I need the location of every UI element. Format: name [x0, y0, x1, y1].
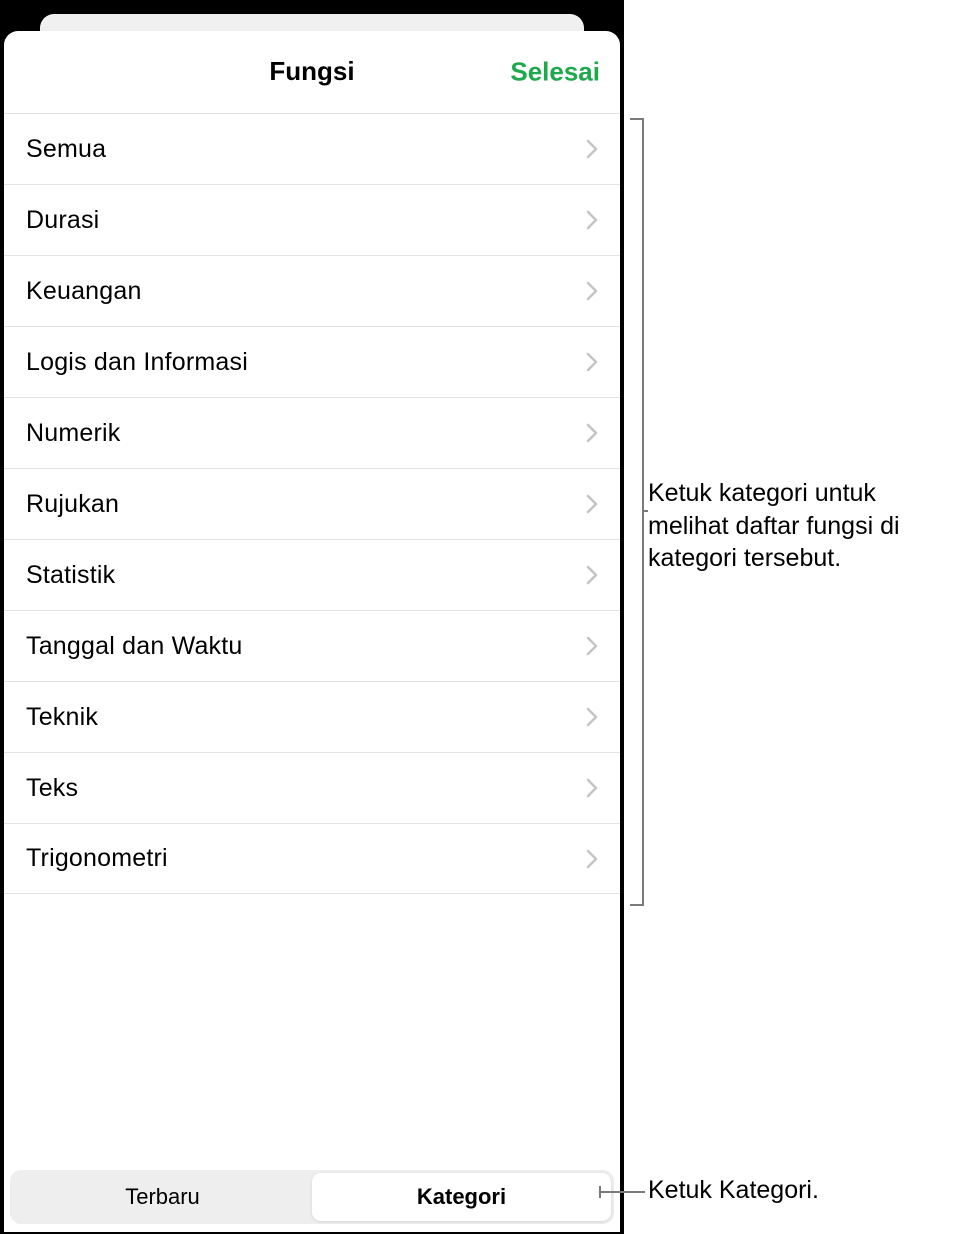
category-row-keuangan[interactable]: Keuangan [4, 255, 620, 326]
category-row-rujukan[interactable]: Rujukan [4, 468, 620, 539]
category-label: Numerik [26, 419, 120, 448]
category-row-trigonometri[interactable]: Trigonometri [4, 823, 620, 894]
category-label: Teknik [26, 703, 98, 732]
callout-bracket-icon [622, 118, 644, 906]
category-row-teks[interactable]: Teks [4, 752, 620, 823]
category-label: Tanggal dan Waktu [26, 632, 243, 661]
callout-leader-line [599, 1191, 645, 1193]
category-label: Statistik [26, 561, 115, 590]
callout-list-hint: Ketuk kategori untuk melihat daftar fung… [648, 477, 948, 575]
category-row-statistik[interactable]: Statistik [4, 539, 620, 610]
tab-category[interactable]: Kategori [312, 1173, 611, 1221]
category-row-tanggal[interactable]: Tanggal dan Waktu [4, 610, 620, 681]
panel-header: Fungsi Selesai [4, 31, 620, 113]
category-row-logis[interactable]: Logis dan Informasi [4, 326, 620, 397]
category-row-semua[interactable]: Semua [4, 113, 620, 184]
category-row-durasi[interactable]: Durasi [4, 184, 620, 255]
category-label: Trigonometri [26, 844, 168, 873]
category-row-numerik[interactable]: Numerik [4, 397, 620, 468]
tab-recent[interactable]: Terbaru [13, 1173, 312, 1221]
functions-panel: Fungsi Selesai Semua Durasi Keua [4, 31, 620, 1232]
chevron-right-icon [586, 849, 598, 869]
category-list: Semua Durasi Keuangan [4, 113, 620, 1170]
chevron-right-icon [586, 423, 598, 443]
chevron-right-icon [586, 778, 598, 798]
segmented-control: Terbaru Kategori [10, 1170, 614, 1224]
chevron-right-icon [586, 281, 598, 301]
category-label: Rujukan [26, 490, 119, 519]
device-frame: Fungsi Selesai Semua Durasi Keua [0, 0, 624, 1234]
callout-tab-hint: Ketuk Kategori. [648, 1174, 948, 1207]
category-row-teknik[interactable]: Teknik [4, 681, 620, 752]
done-button[interactable]: Selesai [510, 56, 600, 87]
category-label: Logis dan Informasi [26, 348, 248, 377]
category-label: Teks [26, 774, 78, 803]
panel-title: Fungsi [269, 56, 354, 87]
chevron-right-icon [586, 707, 598, 727]
category-label: Keuangan [26, 277, 142, 306]
chevron-right-icon [586, 636, 598, 656]
chevron-right-icon [586, 210, 598, 230]
category-label: Semua [26, 135, 106, 164]
category-label: Durasi [26, 206, 99, 235]
chevron-right-icon [586, 352, 598, 372]
chevron-right-icon [586, 565, 598, 585]
chevron-right-icon [586, 494, 598, 514]
chevron-right-icon [586, 139, 598, 159]
